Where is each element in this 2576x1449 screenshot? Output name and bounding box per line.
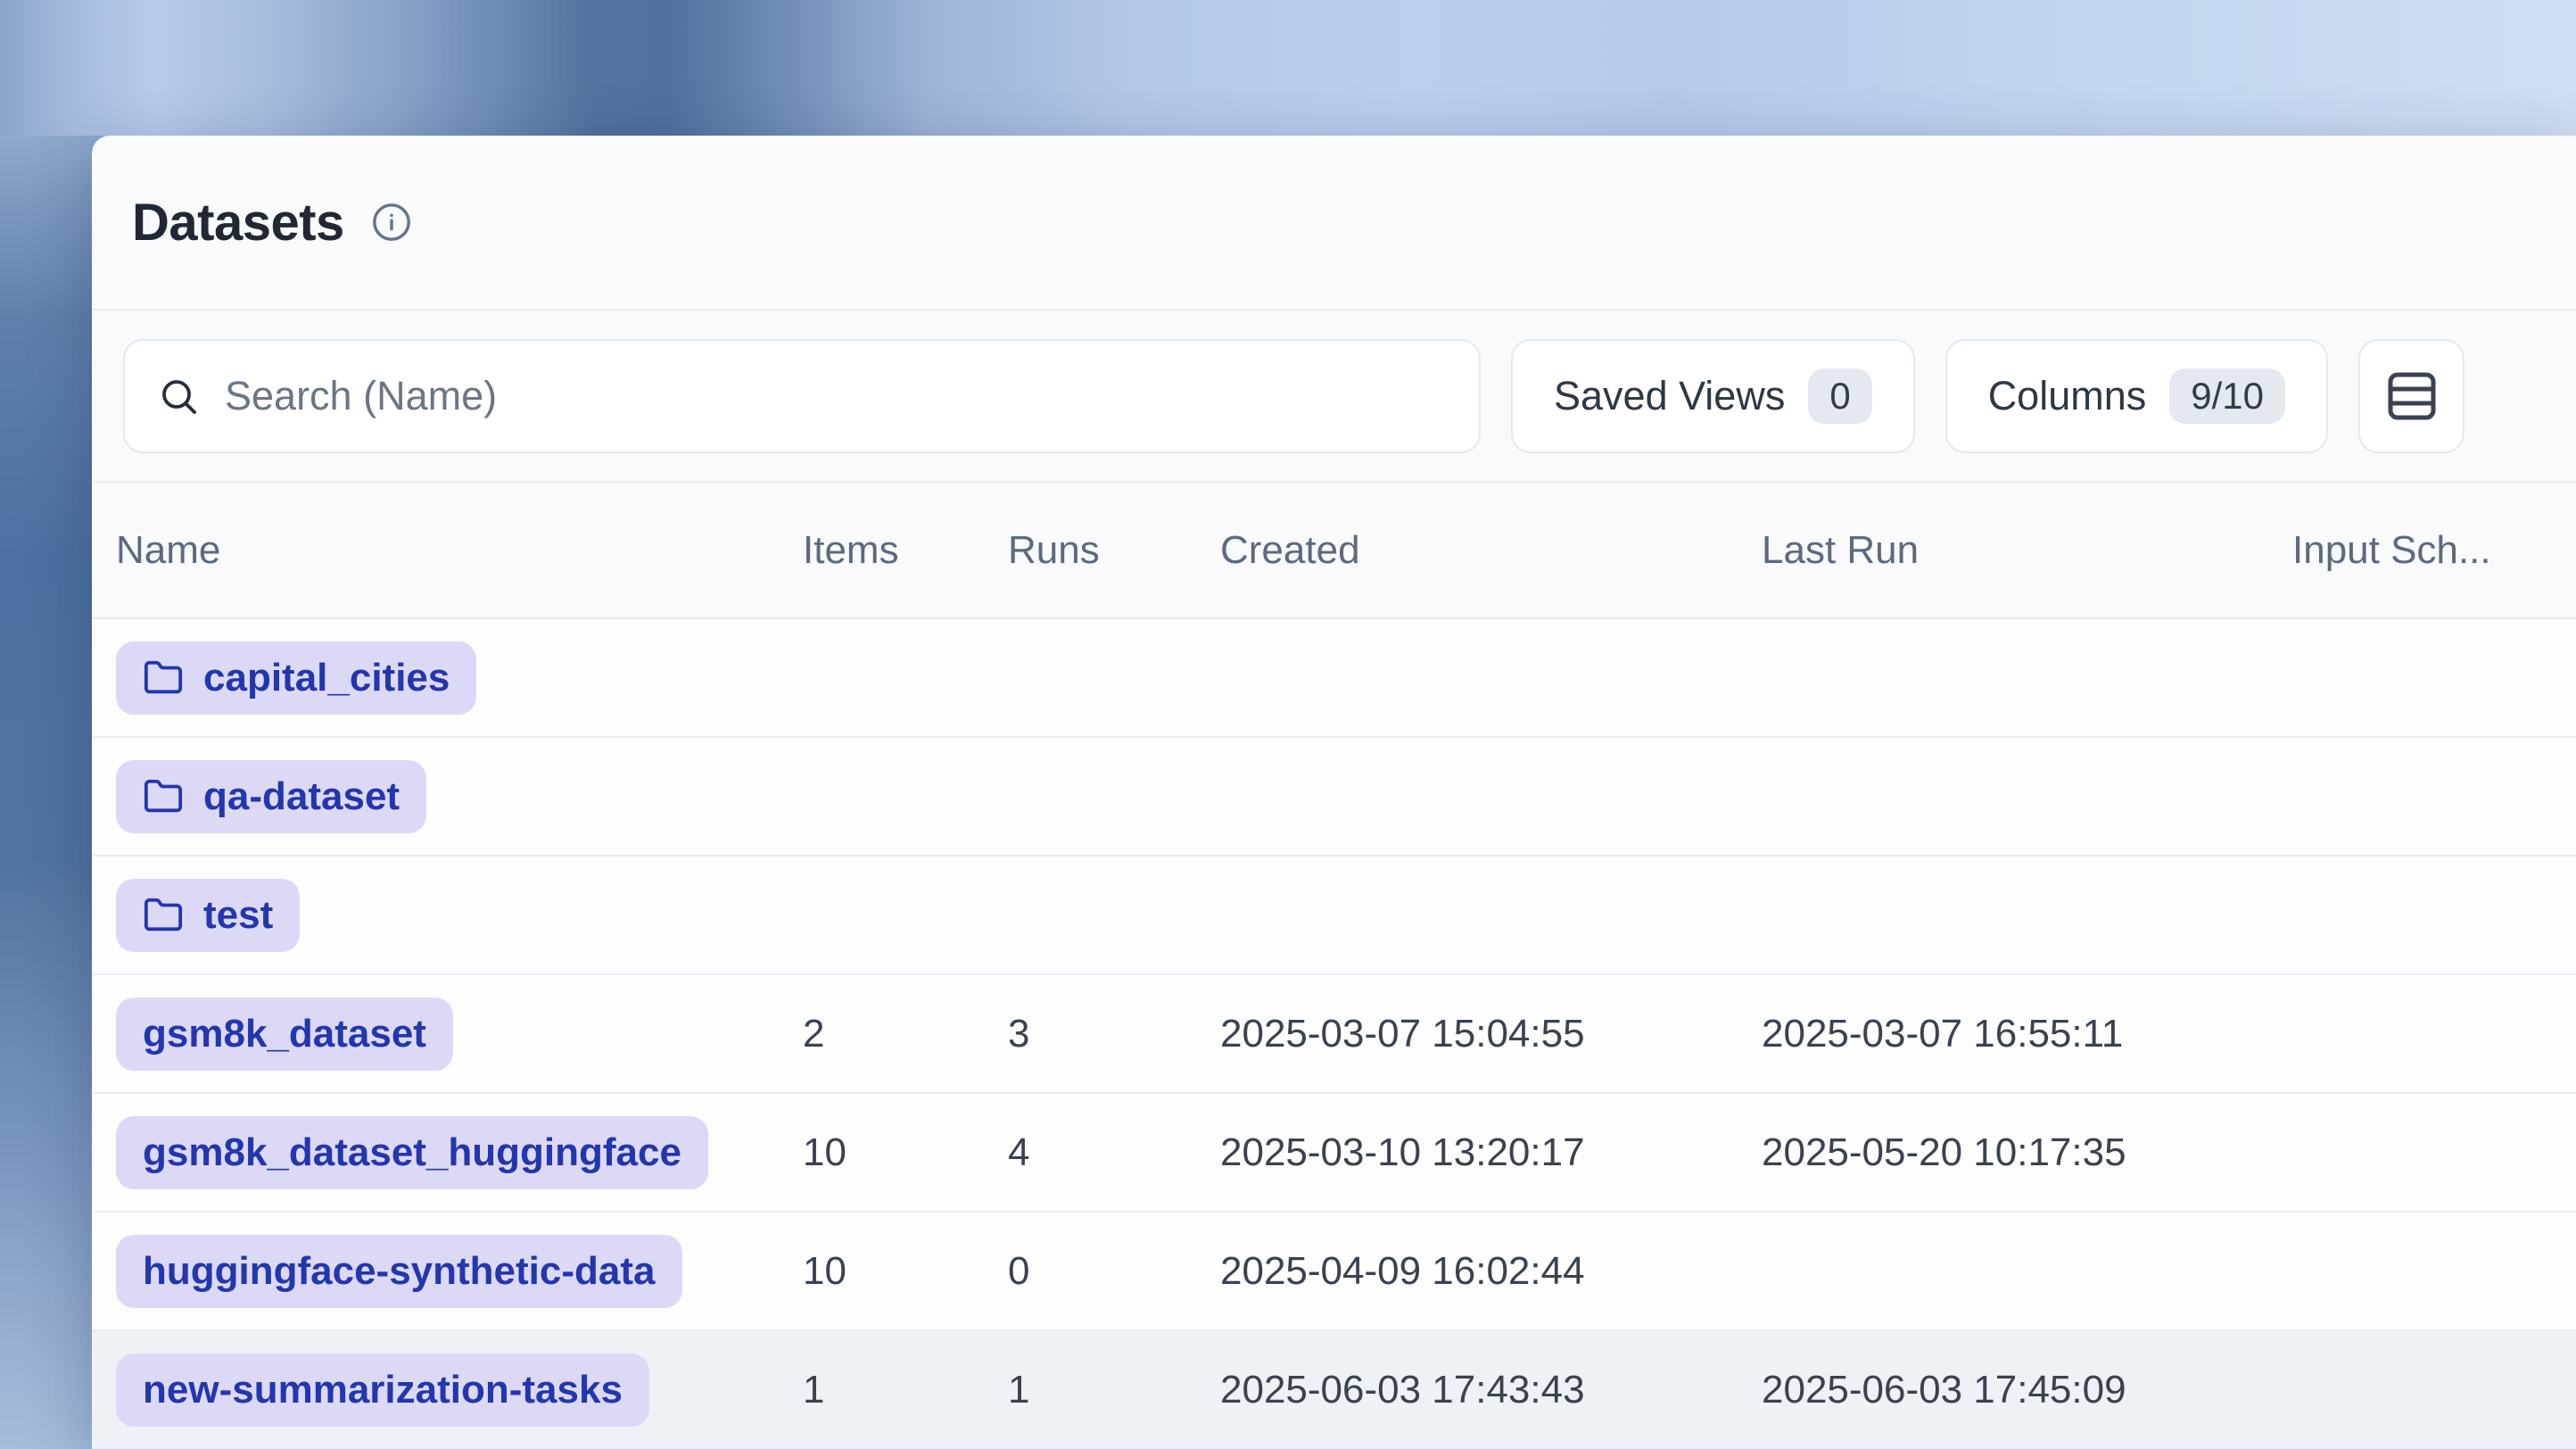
columns-button[interactable]: Columns 9/10 — [1945, 339, 2328, 453]
dataset-name: gsm8k_dataset — [143, 1012, 426, 1056]
page-title: Datasets — [132, 193, 344, 253]
created-cell: 2025-04-09 16:02:44 — [1220, 1249, 1762, 1294]
last-run-cell: 2025-05-20 10:17:35 — [1762, 1130, 2292, 1175]
dataset-name: gsm8k_dataset_huggingface — [143, 1130, 681, 1175]
column-header-last-run[interactable]: Last Run — [1762, 528, 2292, 573]
items-cell: 10 — [803, 1249, 1008, 1294]
table-row[interactable]: gsm8k_dataset_huggingface 10 4 2025-03-1… — [92, 1094, 2576, 1213]
datasets-panel: Datasets Saved Views 0 Columns 9/10 — [92, 136, 2576, 1449]
table-row[interactable]: qa-dataset — [92, 738, 2576, 857]
columns-label: Columns — [1988, 373, 2147, 419]
column-header-items[interactable]: Items — [803, 528, 1008, 573]
items-cell: 2 — [803, 1012, 1008, 1056]
column-header-name[interactable]: Name — [116, 528, 803, 573]
folder-icon — [143, 895, 184, 936]
table-header-row: NameItemsRunsCreatedLast RunInput Sch... — [92, 483, 2576, 619]
table-row[interactable]: new-summarization-tasks 1 1 2025-06-03 1… — [92, 1331, 2576, 1449]
table-row[interactable]: capital_cities — [92, 619, 2576, 738]
created-cell: 2025-03-10 13:20:17 — [1220, 1130, 1762, 1175]
dataset-name-badge[interactable]: new-summarization-tasks — [116, 1354, 649, 1427]
info-icon[interactable] — [371, 202, 412, 243]
name-cell: new-summarization-tasks — [116, 1354, 803, 1427]
dataset-name-badge[interactable]: test — [116, 879, 300, 952]
search-input[interactable] — [225, 373, 1447, 419]
column-header-created[interactable]: Created — [1220, 528, 1762, 573]
dataset-name: test — [203, 893, 273, 938]
last-run-cell: 2025-06-03 17:45:09 — [1762, 1368, 2292, 1412]
runs-cell: 4 — [1008, 1130, 1220, 1175]
column-header-runs[interactable]: Runs — [1008, 528, 1220, 573]
dataset-name-badge[interactable]: gsm8k_dataset_huggingface — [116, 1116, 708, 1189]
folder-icon — [143, 776, 184, 817]
columns-count-badge: 9/10 — [2169, 368, 2285, 424]
table-row[interactable]: gsm8k_dataset 2 3 2025-03-07 15:04:55 20… — [92, 975, 2576, 1094]
name-cell: test — [116, 879, 803, 952]
row-height-button[interactable] — [2358, 339, 2465, 453]
last-run-cell: 2025-03-07 16:55:11 — [1762, 1012, 2292, 1056]
runs-cell: 0 — [1008, 1249, 1220, 1294]
page-header: Datasets — [92, 136, 2576, 310]
saved-views-count-badge: 0 — [1808, 368, 1871, 424]
runs-cell: 1 — [1008, 1368, 1220, 1412]
name-cell: gsm8k_dataset — [116, 998, 803, 1071]
dataset-name: new-summarization-tasks — [143, 1368, 623, 1412]
saved-views-button[interactable]: Saved Views 0 — [1511, 339, 1915, 453]
dataset-name: qa-dataset — [203, 774, 400, 819]
created-cell: 2025-03-07 15:04:55 — [1220, 1012, 1762, 1056]
name-cell: gsm8k_dataset_huggingface — [116, 1116, 803, 1189]
folder-icon — [143, 658, 184, 699]
dataset-name: huggingface-synthetic-data — [143, 1249, 656, 1294]
name-cell: huggingface-synthetic-data — [116, 1235, 803, 1308]
items-cell: 1 — [803, 1368, 1008, 1412]
table-row[interactable]: test — [92, 857, 2576, 975]
column-header-input-sch[interactable]: Input Sch... — [2292, 528, 2576, 573]
saved-views-label: Saved Views — [1554, 373, 1785, 419]
created-cell: 2025-06-03 17:43:43 — [1220, 1368, 1762, 1412]
name-cell: capital_cities — [116, 642, 803, 715]
dataset-name-badge[interactable]: qa-dataset — [116, 760, 426, 833]
dataset-name: capital_cities — [203, 656, 450, 700]
dataset-name-badge[interactable]: huggingface-synthetic-data — [116, 1235, 682, 1308]
toolbar: Saved Views 0 Columns 9/10 — [92, 310, 2576, 483]
table-body: capital_cities qa-dataset — [92, 619, 2576, 1449]
table-row[interactable]: huggingface-synthetic-data 10 0 2025-04-… — [92, 1213, 2576, 1331]
search-icon — [157, 375, 200, 418]
dataset-name-badge[interactable]: capital_cities — [116, 642, 476, 715]
name-cell: qa-dataset — [116, 760, 803, 833]
search-box[interactable] — [123, 339, 1481, 453]
dataset-name-badge[interactable]: gsm8k_dataset — [116, 998, 453, 1071]
rows-3-icon — [2383, 368, 2440, 425]
items-cell: 10 — [803, 1130, 1008, 1175]
runs-cell: 3 — [1008, 1012, 1220, 1056]
